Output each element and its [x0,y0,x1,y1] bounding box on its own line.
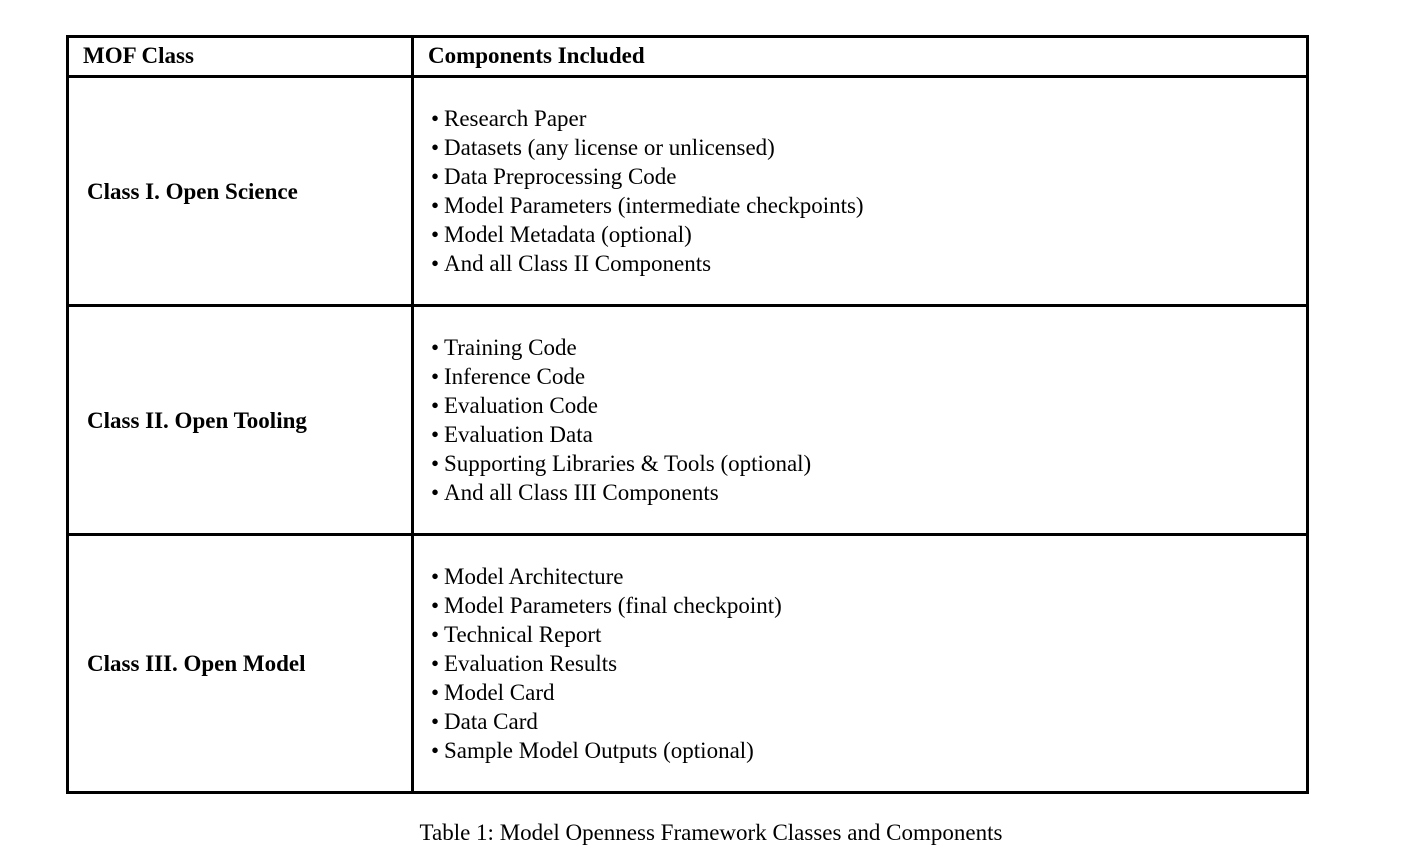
bullet-icon: • [431,222,440,247]
bullet-icon: • [431,164,440,189]
list-item-label: Model Parameters (final checkpoint) [444,593,782,618]
list-item-label: Model Card [444,680,555,705]
list-item-label: And all Class II Components [444,251,712,276]
bullet-icon: • [431,738,440,763]
table-container: MOF Class Components Included Class I. O… [66,35,1309,794]
list-item-label: Inference Code [444,364,586,389]
list-item: • And all Class II Components [431,249,1296,278]
bullet-icon: • [431,135,440,160]
list-item: • And all Class III Components [431,478,1296,507]
bullet-icon: • [431,193,440,218]
component-list: • Model Architecture • Model Parameters (f… [431,562,1296,765]
list-item: • Evaluation Code [431,391,1296,420]
list-item: • Sample Model Outputs (optional) [431,736,1296,765]
column-header-mof-class: MOF Class [66,35,414,78]
table-header: MOF Class Components Included [66,35,1309,78]
bullet-icon: • [431,335,440,360]
list-item-label: Sample Model Outputs (optional) [444,738,754,763]
list-item-label: Model Metadata (optional) [444,222,692,247]
table-caption: Table 1: Model Openness Framework Classe… [0,818,1422,848]
bullet-icon: • [431,106,440,131]
cell-components: • Research Paper • Datasets (any license o… [411,75,1309,307]
bullet-icon: • [431,651,440,676]
list-item: • Technical Report [431,620,1296,649]
list-item-label: Data Card [444,709,538,734]
list-item: • Data Preprocessing Code [431,162,1296,191]
caption-label: Table 1: [419,820,494,845]
caption-text: Model Openness Framework Classes and Com… [499,820,1003,845]
bullet-icon: • [431,709,440,734]
list-item-label: Model Architecture [444,564,624,589]
cell-components: • Model Architecture • Model Parameters (f… [411,533,1309,794]
list-item-label: Model Parameters (intermediate checkpoin… [444,193,864,218]
list-item-label: And all Class III Components [444,480,719,505]
document-page: MOF Class Components Included Class I. O… [0,0,1422,866]
cell-class-name: Class III. Open Model [66,533,414,794]
table-body: Class I. Open Science • Research Paper • D… [66,75,1309,794]
table-row: Class III. Open Model • Model Architectur… [66,533,1309,794]
list-item-label: Technical Report [444,622,602,647]
cell-class-name: Class I. Open Science [66,75,414,307]
mof-classes-table: MOF Class Components Included Class I. O… [66,35,1309,794]
list-item-label: Datasets (any license or unlicensed) [444,135,775,160]
bullet-icon: • [431,251,440,276]
cell-class-name: Class II. Open Tooling [66,304,414,536]
list-item: • Model Metadata (optional) [431,220,1296,249]
list-item: • Training Code [431,333,1296,362]
list-item-label: Evaluation Code [444,393,598,418]
list-item-label: Evaluation Data [444,422,593,447]
column-header-components-included: Components Included [411,35,1309,78]
list-item: • Model Parameters (final checkpoint) [431,591,1296,620]
list-item-label: Research Paper [444,106,587,131]
list-item: • Data Card [431,707,1296,736]
bullet-icon: • [431,451,440,476]
list-item-label: Training Code [444,335,577,360]
bullet-icon: • [431,593,440,618]
table-row: Class II. Open Tooling • Training Code • I… [66,304,1309,536]
table-header-row: MOF Class Components Included [66,35,1309,78]
list-item: • Model Card [431,678,1296,707]
bullet-icon: • [431,393,440,418]
list-item: • Model Architecture [431,562,1296,591]
list-item-label: Data Preprocessing Code [444,164,677,189]
bullet-icon: • [431,680,440,705]
list-item: • Supporting Libraries & Tools (optional) [431,449,1296,478]
bullet-icon: • [431,564,440,589]
bullet-icon: • [431,480,440,505]
list-item: • Model Parameters (intermediate checkpoi… [431,191,1296,220]
list-item: • Evaluation Data [431,420,1296,449]
list-item-label: Evaluation Results [444,651,618,676]
bullet-icon: • [431,622,440,647]
list-item: • Inference Code [431,362,1296,391]
component-list: • Research Paper • Datasets (any license o… [431,104,1296,278]
list-item: • Datasets (any license or unlicensed) [431,133,1296,162]
list-item-label: Supporting Libraries & Tools (optional) [444,451,812,476]
bullet-icon: • [431,364,440,389]
list-item: • Research Paper [431,104,1296,133]
bullet-icon: • [431,422,440,447]
component-list: • Training Code • Inference Code • Evaluati… [431,333,1296,507]
table-row: Class I. Open Science • Research Paper • D… [66,75,1309,307]
list-item: • Evaluation Results [431,649,1296,678]
cell-components: • Training Code • Inference Code • Evaluati… [411,304,1309,536]
